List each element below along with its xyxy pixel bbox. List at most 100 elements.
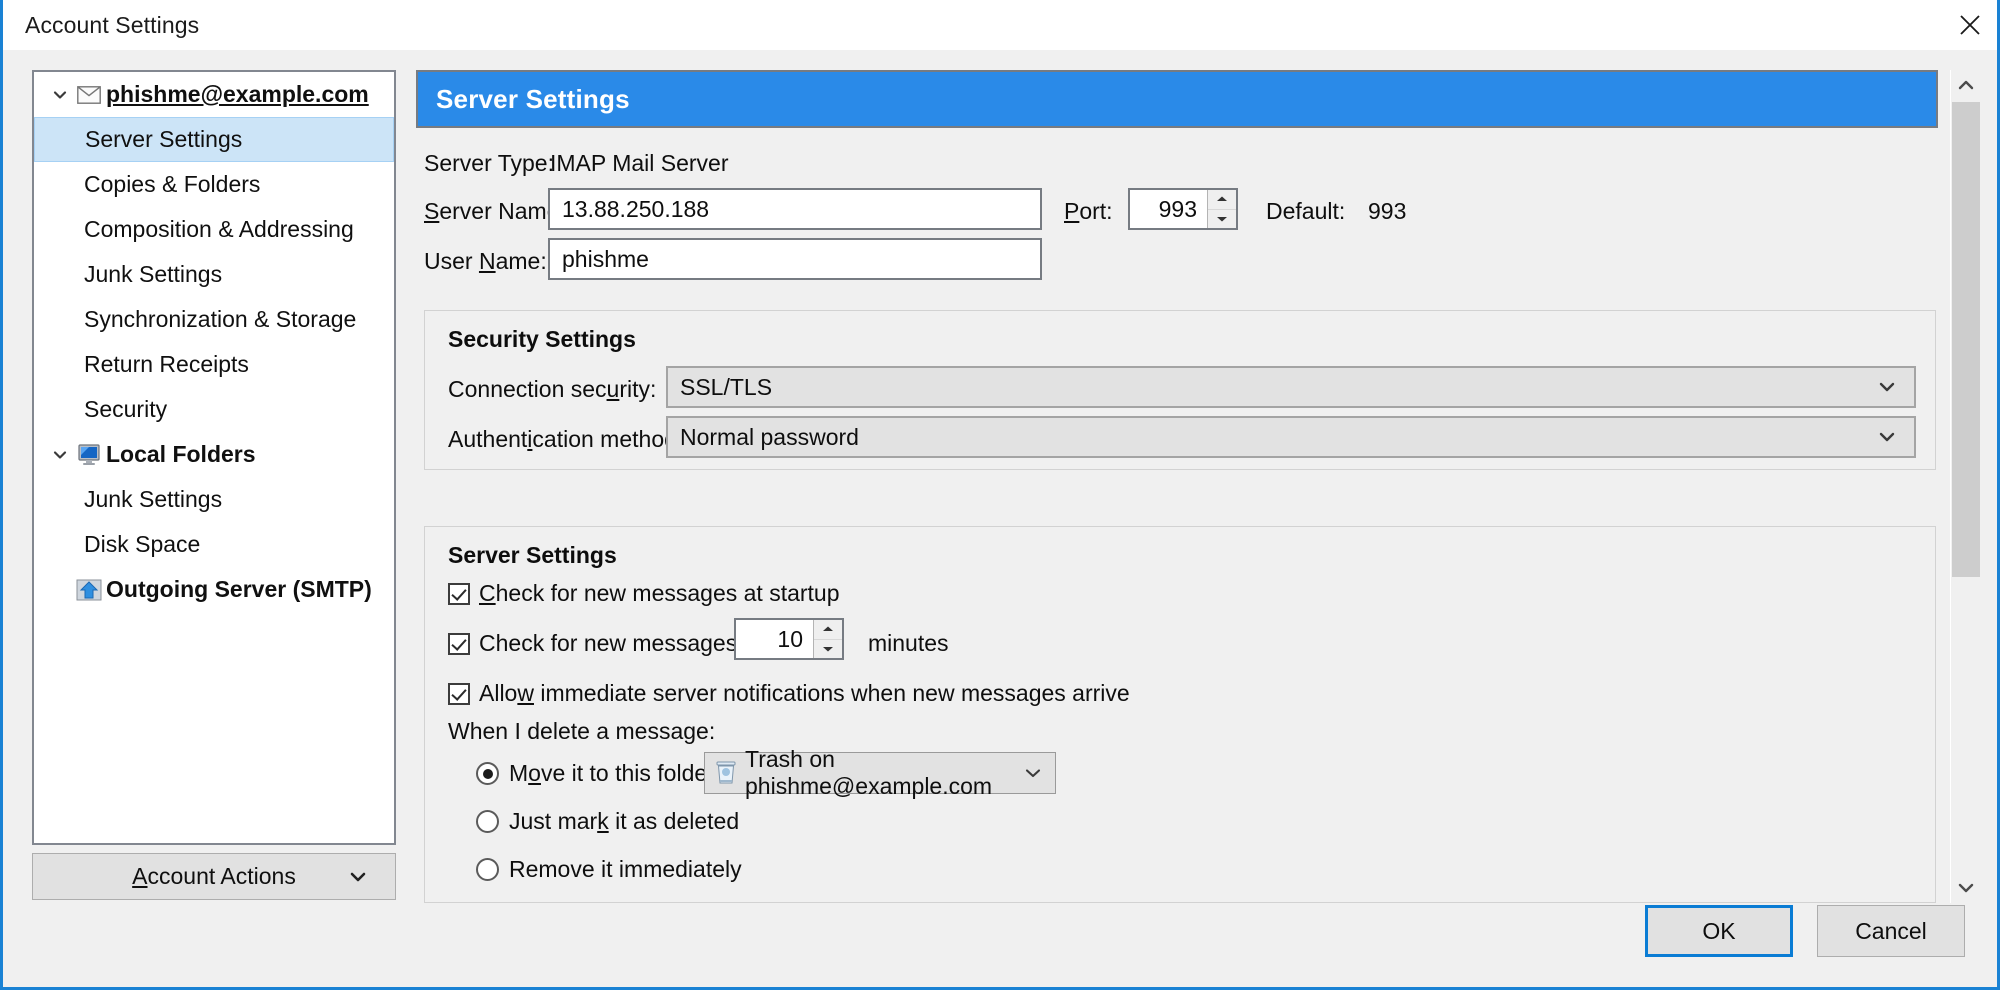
tree-item-security[interactable]: Security bbox=[34, 387, 394, 432]
scrollbar-thumb[interactable] bbox=[1952, 102, 1980, 577]
tree-item-label: Junk Settings bbox=[84, 261, 223, 287]
envelope-icon bbox=[74, 85, 104, 104]
delete-move-label: Move it to this folder: bbox=[509, 760, 722, 786]
tree-item-label: Junk Settings bbox=[84, 486, 223, 512]
tree-item-label: Local Folders bbox=[106, 441, 256, 467]
cancel-button[interactable]: Cancel bbox=[1817, 905, 1965, 957]
ok-button[interactable]: OK bbox=[1645, 905, 1793, 957]
check-startup-checkbox[interactable] bbox=[448, 582, 470, 605]
outgoing-server-icon bbox=[74, 579, 104, 601]
port-spin-buttons[interactable] bbox=[1207, 190, 1236, 228]
tree-item-label: Return Receipts bbox=[84, 351, 249, 377]
allow-notifications-checkbox[interactable] bbox=[448, 682, 470, 705]
allow-notifications-label: Allow immediate server notifications whe… bbox=[479, 680, 1130, 706]
chevron-down-icon bbox=[1876, 376, 1898, 398]
authentication-method-select[interactable]: Normal password bbox=[666, 416, 1916, 458]
account-actions-label: Account Actions bbox=[132, 863, 296, 889]
check-interval-spinner[interactable]: 10 bbox=[734, 618, 844, 660]
authentication-method-value: Normal password bbox=[680, 423, 859, 450]
tree-item-outgoing-server[interactable]: Outgoing Server (SMTP) bbox=[34, 567, 394, 612]
tree-item-copies-folders[interactable]: Copies & Folders bbox=[34, 162, 394, 207]
trash-folder-select[interactable]: Trash on phishme@example.com bbox=[704, 746, 1056, 799]
server-options-heading: Server Settings bbox=[448, 542, 617, 568]
check-interval-value[interactable]: 10 bbox=[736, 620, 813, 658]
tree-item-return-receipts[interactable]: Return Receipts bbox=[34, 342, 394, 387]
tree-item-junk-settings-account[interactable]: Junk Settings bbox=[34, 252, 394, 297]
user-name-input[interactable]: phishme bbox=[548, 238, 1042, 280]
spin-down-icon[interactable] bbox=[1208, 210, 1236, 229]
port-label: Port: bbox=[1064, 198, 1113, 224]
tree-item-label: Outgoing Server (SMTP) bbox=[106, 576, 372, 602]
user-name-label: User Name: bbox=[424, 248, 547, 274]
delete-remove-radio-row[interactable]: Remove it immediately bbox=[476, 856, 742, 883]
chevron-down-icon[interactable] bbox=[46, 446, 74, 464]
chevron-down-icon bbox=[347, 866, 369, 888]
port-value[interactable]: 993 bbox=[1130, 190, 1207, 228]
tree-item-label: phishme@example.com bbox=[106, 81, 369, 107]
chevron-up-icon bbox=[1958, 80, 1974, 90]
account-settings-dialog: Account Settings phishme@example.com Ser… bbox=[0, 0, 2000, 990]
dialog-body: phishme@example.com Server Settings Copi… bbox=[6, 50, 1997, 987]
delete-move-radio[interactable] bbox=[476, 762, 499, 785]
authentication-method-label: Authentication method: bbox=[448, 426, 684, 452]
server-type-label: Server Type: bbox=[424, 150, 554, 176]
chevron-down-icon bbox=[1876, 426, 1898, 448]
title-bar: Account Settings bbox=[3, 0, 1997, 50]
window-title: Account Settings bbox=[25, 12, 200, 38]
spin-down-icon[interactable] bbox=[814, 640, 842, 659]
account-tree[interactable]: phishme@example.com Server Settings Copi… bbox=[32, 70, 396, 845]
connection-security-label: Connection security: bbox=[448, 376, 657, 402]
check-startup-label: Check for new messages at startup bbox=[479, 580, 840, 606]
server-settings-pane: Server Settings Server Type: IMAP Mail S… bbox=[416, 70, 1938, 903]
delete-remove-label: Remove it immediately bbox=[509, 856, 742, 882]
chevron-down-icon[interactable] bbox=[46, 86, 74, 104]
tree-item-disk-space[interactable]: Disk Space bbox=[34, 522, 394, 567]
tree-item-account[interactable]: phishme@example.com bbox=[34, 72, 394, 117]
port-default-label: Default: bbox=[1266, 198, 1346, 224]
tree-item-label: Copies & Folders bbox=[84, 171, 261, 197]
tree-item-label: Security bbox=[84, 396, 168, 422]
trash-icon bbox=[715, 761, 737, 785]
check-every-checkbox[interactable] bbox=[448, 632, 470, 655]
delete-behavior-label: When I delete a message: bbox=[448, 718, 716, 744]
tree-item-composition-addressing[interactable]: Composition & Addressing bbox=[34, 207, 394, 252]
section-header-label: Server Settings bbox=[436, 83, 630, 114]
connection-security-value: SSL/TLS bbox=[680, 373, 773, 400]
scroll-down-button[interactable] bbox=[1951, 873, 1981, 903]
chevron-down-icon bbox=[1958, 883, 1974, 893]
tree-item-local-folders[interactable]: Local Folders bbox=[34, 432, 394, 477]
section-header: Server Settings bbox=[416, 70, 1938, 128]
tree-item-label: Disk Space bbox=[84, 531, 201, 557]
spin-up-icon[interactable] bbox=[814, 620, 842, 640]
tree-item-label: Synchronization & Storage bbox=[84, 306, 357, 332]
delete-mark-radio-row[interactable]: Just mark it as deleted bbox=[476, 808, 739, 835]
account-actions-button[interactable]: Account Actions bbox=[32, 853, 396, 900]
tree-item-synchronization-storage[interactable]: Synchronization & Storage bbox=[34, 297, 394, 342]
vertical-scrollbar[interactable] bbox=[1950, 70, 1981, 903]
port-spinner[interactable]: 993 bbox=[1128, 188, 1238, 230]
server-name-label: Server Name: bbox=[424, 198, 566, 224]
tree-item-label: Composition & Addressing bbox=[84, 216, 354, 242]
scroll-up-button[interactable] bbox=[1951, 70, 1981, 100]
close-x-icon bbox=[1960, 15, 1980, 35]
delete-move-radio-row[interactable]: Move it to this folder: bbox=[476, 760, 721, 787]
close-button[interactable] bbox=[1937, 0, 1997, 50]
tree-item-junk-settings-local[interactable]: Junk Settings bbox=[34, 477, 394, 522]
check-interval-unit: minutes bbox=[868, 630, 949, 656]
spin-up-icon[interactable] bbox=[1208, 190, 1236, 210]
port-default-value: 993 bbox=[1368, 198, 1407, 224]
tree-item-label: Server Settings bbox=[85, 126, 243, 152]
connection-security-select[interactable]: SSL/TLS bbox=[666, 366, 1916, 408]
security-settings-heading: Security Settings bbox=[448, 326, 636, 352]
delete-remove-radio[interactable] bbox=[476, 858, 499, 881]
tree-item-server-settings[interactable]: Server Settings bbox=[34, 117, 394, 162]
check-startup-checkbox-row[interactable]: Check for new messages at startup bbox=[448, 580, 840, 607]
chevron-down-icon bbox=[1023, 763, 1043, 783]
check-interval-spin-buttons[interactable] bbox=[813, 620, 842, 658]
server-name-input[interactable]: 13.88.250.188 bbox=[548, 188, 1042, 230]
delete-mark-label: Just mark it as deleted bbox=[509, 808, 740, 834]
allow-notifications-checkbox-row[interactable]: Allow immediate server notifications whe… bbox=[448, 680, 1130, 707]
delete-mark-radio[interactable] bbox=[476, 810, 499, 833]
trash-folder-value: Trash on phishme@example.com bbox=[745, 746, 993, 799]
computer-icon bbox=[74, 443, 104, 466]
